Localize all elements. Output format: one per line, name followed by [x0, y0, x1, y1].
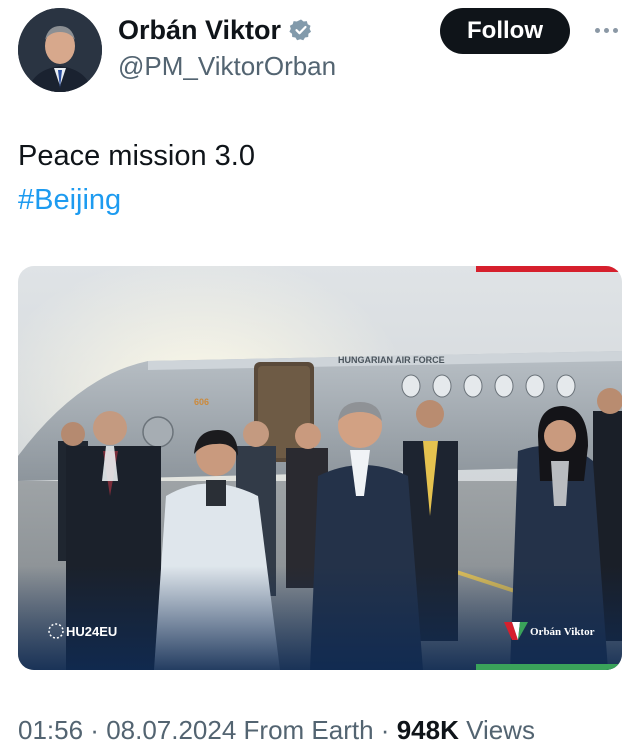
tweet-text: Peace mission 3.0	[18, 140, 255, 172]
tweet-source: From Earth	[236, 715, 374, 745]
dot	[603, 27, 609, 33]
meta-separator: ·	[373, 715, 397, 745]
verified-badge-icon	[289, 19, 312, 41]
watermark-right: Orbán Viktor	[530, 626, 595, 638]
views-count[interactable]: 948K	[397, 715, 459, 745]
author-name-row: Orbán Viktor	[118, 14, 313, 46]
dot	[594, 27, 600, 33]
tweet-meta: 01:56 · 08.07.2024 From Earth · 948K Vie…	[18, 714, 535, 746]
tweet-date[interactable]: 08.07.2024	[106, 715, 236, 745]
meta-separator: ·	[83, 715, 107, 745]
hashtag-link[interactable]: #Beijing	[18, 182, 121, 218]
photo-scene: HUNGARIAN AIR FORCE 606 HU24EU Orbán Vik…	[18, 266, 622, 670]
watermark-left: HU24EU	[66, 624, 117, 639]
plane-number: 606	[194, 397, 209, 407]
more-dots-icon[interactable]	[588, 18, 624, 42]
tweet-photo[interactable]: HUNGARIAN AIR FORCE 606 HU24EU Orbán Vik…	[18, 266, 622, 670]
follow-button[interactable]: Follow	[440, 8, 570, 54]
author-handle[interactable]: @PM_ViktorOrban	[118, 50, 336, 82]
avatar[interactable]	[18, 8, 102, 92]
tweet-time[interactable]: 01:56	[18, 715, 83, 745]
dot	[612, 27, 618, 33]
plane-livery-text: HUNGARIAN AIR FORCE	[338, 355, 445, 365]
author-name[interactable]: Orbán Viktor	[118, 14, 281, 46]
views-label: Views	[458, 715, 535, 745]
avatar-image	[18, 8, 102, 92]
